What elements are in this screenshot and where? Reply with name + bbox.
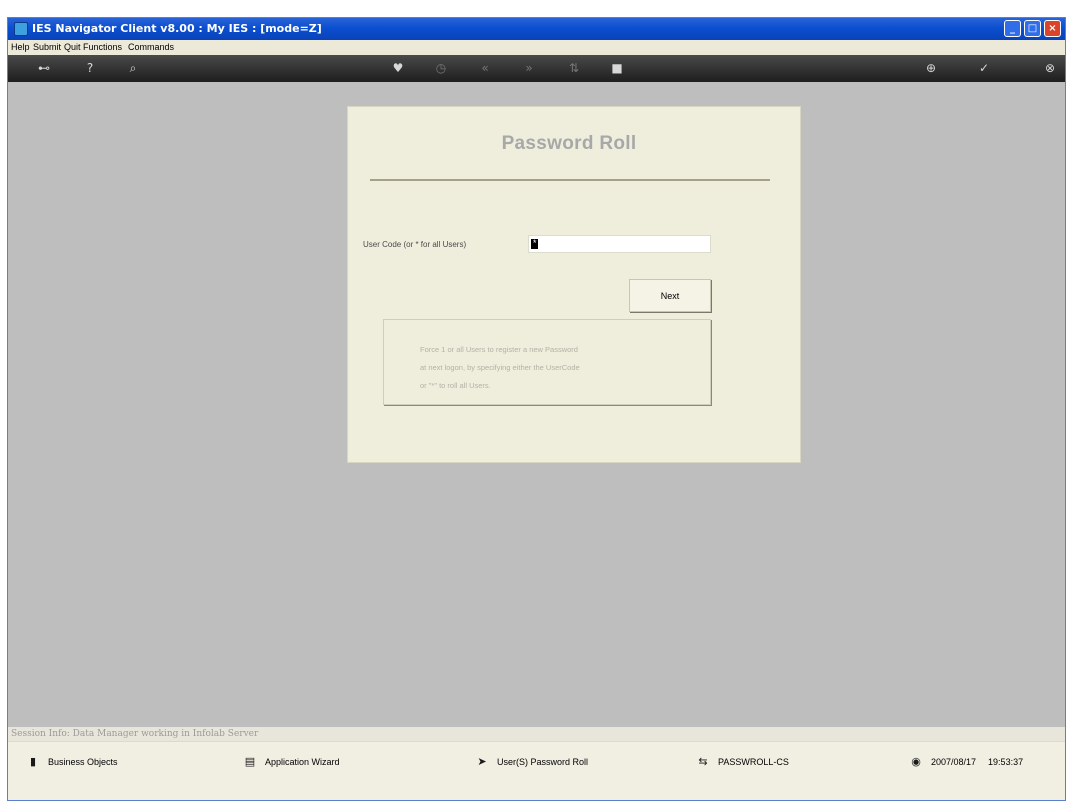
sort-icon[interactable]: ⇅	[565, 60, 583, 76]
business-objects-button[interactable]: ▮ Business Objects	[26, 755, 118, 768]
info-box: Force 1 or all Users to register a new P…	[383, 319, 711, 405]
menu-bar: Help Submit Quit Functions Commands	[8, 40, 1065, 55]
menu-help[interactable]: Help	[11, 42, 30, 52]
user-code-label: User Code (or * for all Users)	[363, 240, 467, 249]
menu-functions[interactable]: Functions	[83, 42, 122, 52]
title-bar[interactable]: IES Navigator Client v8.00 : My IES : [m…	[8, 18, 1065, 40]
search-icon[interactable]: ⌕	[124, 60, 142, 76]
book-icon: ▮	[29, 755, 37, 768]
business-objects-label: Business Objects	[48, 756, 118, 767]
run-icon: ➤	[477, 755, 487, 768]
minimize-button[interactable]: _	[1004, 20, 1021, 37]
check-icon[interactable]: ✓	[975, 60, 993, 76]
menu-quit[interactable]: Quit	[64, 42, 81, 52]
program-code-button[interactable]: ⇆ PASSWROLL-CS	[696, 755, 789, 768]
user-code-value: *	[531, 239, 539, 249]
users-password-roll-label: User(S) Password Roll	[497, 756, 589, 767]
heart-icon[interactable]: ♥	[389, 60, 407, 76]
toolbar: ⊷ ? ⌕ ♥ ◷ « » ⇅ ■ ⊕ ✓ ⊗	[8, 55, 1065, 82]
info-line: at next logon, by specifying either the …	[420, 363, 580, 372]
program-icon: ⇆	[698, 755, 708, 768]
program-code-label: PASSWROLL-CS	[718, 756, 789, 767]
clock-icon: ◉	[911, 755, 921, 768]
menu-commands[interactable]: Commands	[128, 42, 174, 52]
next-button[interactable]: Next	[629, 279, 711, 312]
title-divider	[370, 179, 770, 181]
password-roll-panel: Password Roll User Code (or * for all Us…	[347, 106, 801, 463]
close-icon[interactable]: ⊗	[1041, 60, 1059, 76]
key-icon[interactable]: ⊷	[32, 60, 56, 76]
maximize-button[interactable]: □	[1024, 20, 1041, 37]
save-icon: ▤	[244, 755, 256, 768]
app-icon	[14, 22, 28, 36]
app-window: IES Navigator Client v8.00 : My IES : [m…	[7, 17, 1066, 801]
application-wizard-button[interactable]: ▤ Application Wizard	[243, 755, 340, 768]
user-code-input[interactable]: *	[528, 235, 711, 253]
session-info: Session Info: Data Manager working in In…	[8, 727, 1065, 741]
status-bar: ▮ Business Objects ▤ Application Wizard …	[8, 741, 1065, 800]
datetime-display: ◉ 2007/08/17 19:53:37	[909, 755, 1023, 768]
panel-title: Password Roll	[501, 133, 637, 154]
date-label: 2007/08/17	[931, 756, 977, 767]
clock-icon[interactable]: ◷	[432, 60, 450, 76]
window-title: IES Navigator Client v8.00 : My IES : [m…	[32, 22, 322, 35]
info-line: Force 1 or all Users to register a new P…	[420, 345, 578, 354]
workspace: Password Roll User Code (or * for all Us…	[8, 82, 1065, 727]
application-wizard-label: Application Wizard	[265, 756, 340, 767]
close-window-button[interactable]: ×	[1044, 20, 1061, 37]
help-icon[interactable]: ?	[81, 60, 99, 76]
stop-icon[interactable]: ■	[608, 60, 626, 76]
fast-forward-icon[interactable]: »	[520, 60, 538, 76]
users-password-roll-button[interactable]: ➤ User(S) Password Roll	[475, 755, 588, 768]
info-line: or "*" to roll all Users.	[420, 381, 491, 390]
menu-submit[interactable]: Submit	[33, 42, 61, 52]
time-label: 19:53:37	[988, 756, 1024, 767]
rewind-icon[interactable]: «	[476, 60, 494, 76]
add-icon[interactable]: ⊕	[922, 60, 940, 76]
